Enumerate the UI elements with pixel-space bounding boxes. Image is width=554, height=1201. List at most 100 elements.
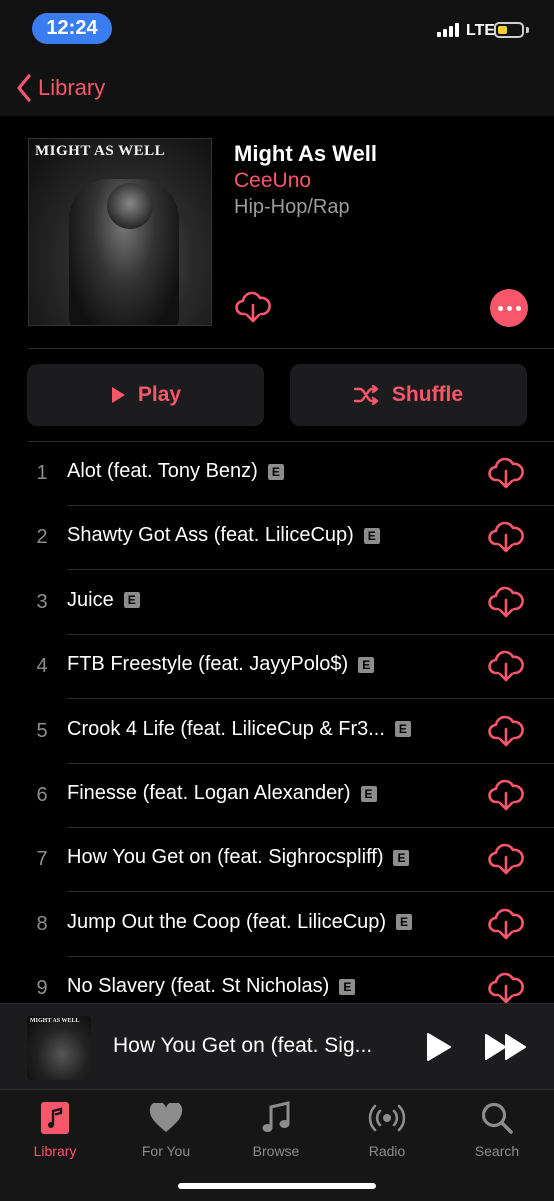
download-track-button[interactable] bbox=[488, 649, 524, 688]
track-title: FTB Freestyle (feat. JayyPolo$) E bbox=[67, 653, 375, 676]
explicit-badge: E bbox=[358, 656, 375, 673]
radio-icon bbox=[368, 1104, 406, 1132]
cloud-download-icon bbox=[488, 650, 524, 682]
more-dot bbox=[515, 305, 521, 311]
track-row[interactable]: 2 Shawty Got Ass (feat. LiliceCup) E bbox=[0, 506, 554, 571]
track-row[interactable]: 4 FTB Freestyle (feat. JayyPolo$) E bbox=[0, 635, 554, 700]
tab-search[interactable]: Search bbox=[447, 1100, 547, 1159]
tab-for-you[interactable]: For You bbox=[116, 1100, 216, 1159]
album-title: Might As Well bbox=[234, 141, 377, 166]
track-row[interactable]: 5 Crook 4 Life (feat. LiliceCup & Fr3...… bbox=[0, 700, 554, 764]
download-album-button[interactable] bbox=[235, 290, 271, 329]
track-row[interactable]: 1 Alot (feat. Tony Benz) E bbox=[0, 442, 554, 506]
explicit-badge: E bbox=[123, 592, 140, 609]
download-track-button[interactable] bbox=[488, 842, 524, 881]
download-track-button[interactable] bbox=[488, 585, 524, 624]
library-icon bbox=[41, 1102, 69, 1134]
play-icon bbox=[427, 1033, 451, 1061]
play-button[interactable]: Play bbox=[27, 364, 264, 426]
track-title-text: Crook 4 Life (feat. LiliceCup & Fr3... bbox=[67, 717, 385, 740]
album-cover[interactable]: MIGHT AS WELL bbox=[28, 138, 212, 326]
track-row[interactable]: 7 How You Get on (feat. Sighrocspliff) E bbox=[0, 828, 554, 893]
track-number: 7 bbox=[36, 848, 48, 871]
fast-forward-icon bbox=[485, 1034, 526, 1060]
explicit-badge: E bbox=[396, 914, 413, 931]
track-title: Juice E bbox=[67, 589, 140, 612]
tab-browse[interactable]: Browse bbox=[226, 1100, 326, 1159]
album-artist[interactable]: CeeUno bbox=[234, 169, 311, 193]
play-label: Play bbox=[137, 383, 182, 406]
tab-library[interactable]: Library bbox=[5, 1100, 105, 1159]
track-title-text: Juice bbox=[67, 588, 114, 611]
track-row[interactable]: 8 Jump Out the Coop (feat. LiliceCup) E bbox=[0, 893, 554, 957]
track-number: 2 bbox=[36, 526, 48, 549]
more-dot bbox=[506, 305, 512, 311]
cloud-download-icon bbox=[488, 844, 524, 875]
track-title: Alot (feat. Tony Benz) E bbox=[67, 460, 284, 483]
cloud-download-icon bbox=[488, 457, 524, 489]
nav-bar: Library bbox=[0, 56, 554, 116]
track-title: Crook 4 Life (feat. LiliceCup & Fr3... E bbox=[67, 718, 411, 741]
music-note-icon bbox=[262, 1101, 290, 1132]
cloud-download-icon bbox=[488, 908, 524, 940]
download-track-button[interactable] bbox=[488, 520, 524, 559]
track-number: 1 bbox=[36, 462, 48, 484]
track-row[interactable]: 3 Juice E bbox=[0, 571, 554, 635]
mini-artwork-title: MIGHT AS WELL bbox=[30, 1018, 80, 1024]
more-dot bbox=[497, 305, 503, 311]
track-number: 6 bbox=[36, 784, 48, 806]
search-icon bbox=[481, 1102, 513, 1134]
more-options-button[interactable] bbox=[490, 289, 528, 327]
signal-icon bbox=[437, 23, 459, 37]
track-title-text: No Slavery (feat. St Nicholas) bbox=[67, 975, 330, 998]
tab-label: Radio bbox=[368, 1143, 406, 1159]
download-track-button[interactable] bbox=[488, 456, 524, 495]
explicit-badge: E bbox=[393, 849, 410, 866]
download-track-button[interactable] bbox=[488, 778, 524, 817]
explicit-badge: E bbox=[394, 721, 411, 738]
cover-head bbox=[107, 183, 153, 229]
carrier-label: LTE bbox=[466, 22, 496, 39]
status-time[interactable]: 12:24 bbox=[32, 13, 112, 44]
explicit-badge: E bbox=[339, 978, 356, 995]
track-title-text: Shawty Got Ass (feat. LiliceCup) bbox=[67, 524, 354, 547]
cloud-download-icon bbox=[488, 972, 524, 1004]
track-title-text: Jump Out the Coop (feat. LiliceCup) bbox=[67, 910, 387, 933]
track-title-text: FTB Freestyle (feat. JayyPolo$) bbox=[67, 653, 349, 676]
now-playing-title: How You Get on (feat. Sig... bbox=[113, 1034, 373, 1057]
heart-icon bbox=[149, 1103, 183, 1132]
track-row[interactable]: 6 Finesse (feat. Logan Alexander) E bbox=[0, 764, 554, 828]
track-title: Shawty Got Ass (feat. LiliceCup) E bbox=[67, 524, 380, 547]
track-number: 5 bbox=[36, 719, 48, 742]
shuffle-button[interactable]: Shuffle bbox=[290, 364, 527, 426]
home-indicator[interactable] bbox=[178, 1183, 376, 1189]
tab-label: For You bbox=[141, 1143, 191, 1159]
tab-radio[interactable]: Radio bbox=[337, 1100, 437, 1159]
cloud-download-icon bbox=[488, 715, 524, 746]
track-title: Finesse (feat. Logan Alexander) E bbox=[67, 782, 377, 805]
play-icon bbox=[111, 387, 125, 403]
track-title: How You Get on (feat. Sighrocspliff) E bbox=[67, 846, 410, 869]
explicit-badge: E bbox=[363, 527, 380, 544]
track-number: 9 bbox=[36, 977, 48, 1000]
track-title-text: Finesse (feat. Logan Alexander) bbox=[67, 782, 351, 804]
track-title-text: Alot (feat. Tony Benz) bbox=[67, 460, 258, 482]
track-number: 8 bbox=[36, 912, 48, 935]
fast-forward-button[interactable] bbox=[484, 1033, 528, 1066]
mini-player-artwork: MIGHT AS WELL bbox=[27, 1016, 91, 1080]
cloud-download-icon bbox=[488, 779, 524, 811]
download-track-button[interactable] bbox=[488, 907, 524, 946]
album-genre: Hip-Hop/Rap bbox=[234, 196, 350, 218]
tab-label: Browse bbox=[252, 1143, 300, 1159]
shuffle-icon bbox=[353, 385, 379, 405]
battery-icon bbox=[494, 22, 524, 38]
mini-player[interactable]: MIGHT AS WELL How You Get on (feat. Sig.… bbox=[0, 1003, 554, 1090]
mini-play-button[interactable] bbox=[426, 1032, 452, 1067]
chevron-left-icon bbox=[17, 74, 31, 102]
status-bar: 12:24 LTE bbox=[0, 0, 554, 56]
back-button[interactable]: Library bbox=[16, 74, 105, 102]
download-track-button[interactable] bbox=[488, 714, 524, 753]
cloud-download-icon bbox=[488, 586, 524, 618]
track-title-text: How You Get on (feat. Sighrocspliff) bbox=[67, 846, 384, 869]
battery-tip bbox=[526, 27, 529, 33]
